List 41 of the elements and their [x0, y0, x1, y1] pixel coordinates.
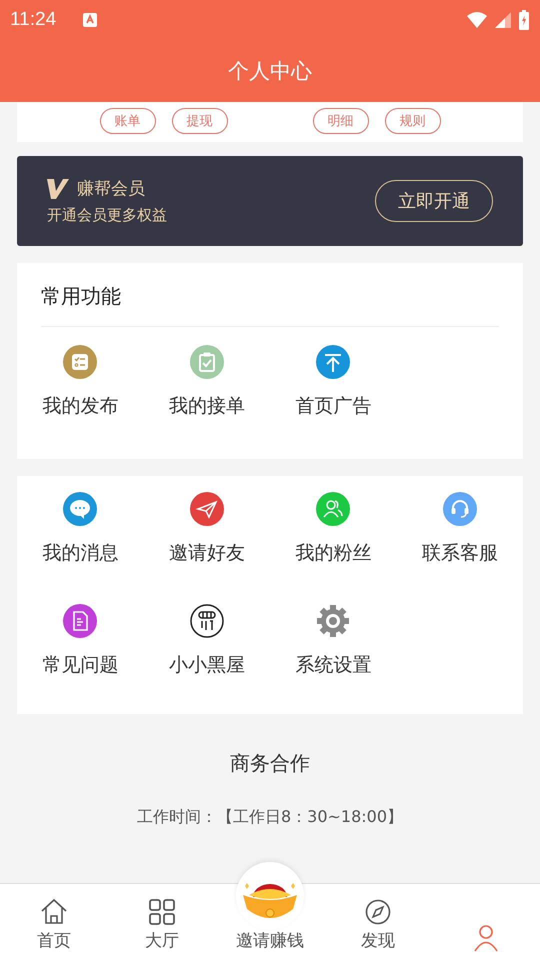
- feature-label: 首页广告: [295, 394, 372, 419]
- keyboard-notification-icon: [82, 12, 98, 28]
- working-hours: 工作时间：【工作日8：30~18:00】: [136, 807, 404, 828]
- feature-label: 我的消息: [42, 541, 118, 566]
- nav-tab[interactable]: 邀请赚钱: [216, 864, 324, 960]
- vip-subtitle: 开通会员更多权益: [47, 206, 167, 225]
- feature-label: 常见问题: [42, 653, 118, 678]
- wifi-icon: [466, 11, 488, 29]
- feature-label: 系统设置: [295, 653, 372, 678]
- vip-title: 赚帮会员: [77, 178, 145, 200]
- feature-item[interactable]: 常见问题: [17, 604, 144, 704]
- feature-item[interactable]: 我的消息: [17, 492, 144, 592]
- feature-item[interactable]: 我的发布: [17, 345, 144, 445]
- compass-icon: [365, 899, 391, 925]
- feature-item[interactable]: 邀请好友: [144, 492, 270, 592]
- feature-item[interactable]: 系统设置: [270, 604, 396, 704]
- feature-item[interactable]: 我的接单: [144, 345, 270, 445]
- battery-icon: [518, 10, 530, 30]
- nav-tab[interactable]: 发现: [324, 884, 432, 960]
- feature-label: 邀请好友: [168, 541, 245, 566]
- feature-item[interactable]: 联系客服: [396, 492, 523, 592]
- feature-item[interactable]: 我的粉丝: [270, 492, 396, 592]
- feature-label: 联系客服: [422, 541, 498, 566]
- nav-tab[interactable]: 大厅: [108, 884, 216, 960]
- business-title: 商务合作: [230, 750, 310, 777]
- feature-label: 小小黑屋: [168, 653, 245, 678]
- person-icon: [473, 924, 499, 952]
- section-title: 常用功能: [41, 263, 499, 327]
- home-icon: [40, 897, 68, 925]
- status-time: 11:24: [10, 9, 56, 31]
- page-title: 个人中心: [227, 58, 313, 85]
- feature-item[interactable]: 首页广告: [270, 345, 396, 445]
- feature-label: 我的发布: [42, 394, 118, 419]
- feature-label: 我的接单: [168, 394, 245, 419]
- signal-icon: [494, 11, 512, 29]
- activate-button[interactable]: 立即开通: [375, 180, 493, 222]
- feature-item[interactable]: 小小黑屋: [144, 604, 270, 704]
- nav-tab[interactable]: 首页: [0, 884, 108, 960]
- v-logo-icon: [47, 178, 69, 198]
- feature-label: 我的粉丝: [295, 541, 372, 566]
- grid-icon: [149, 899, 175, 925]
